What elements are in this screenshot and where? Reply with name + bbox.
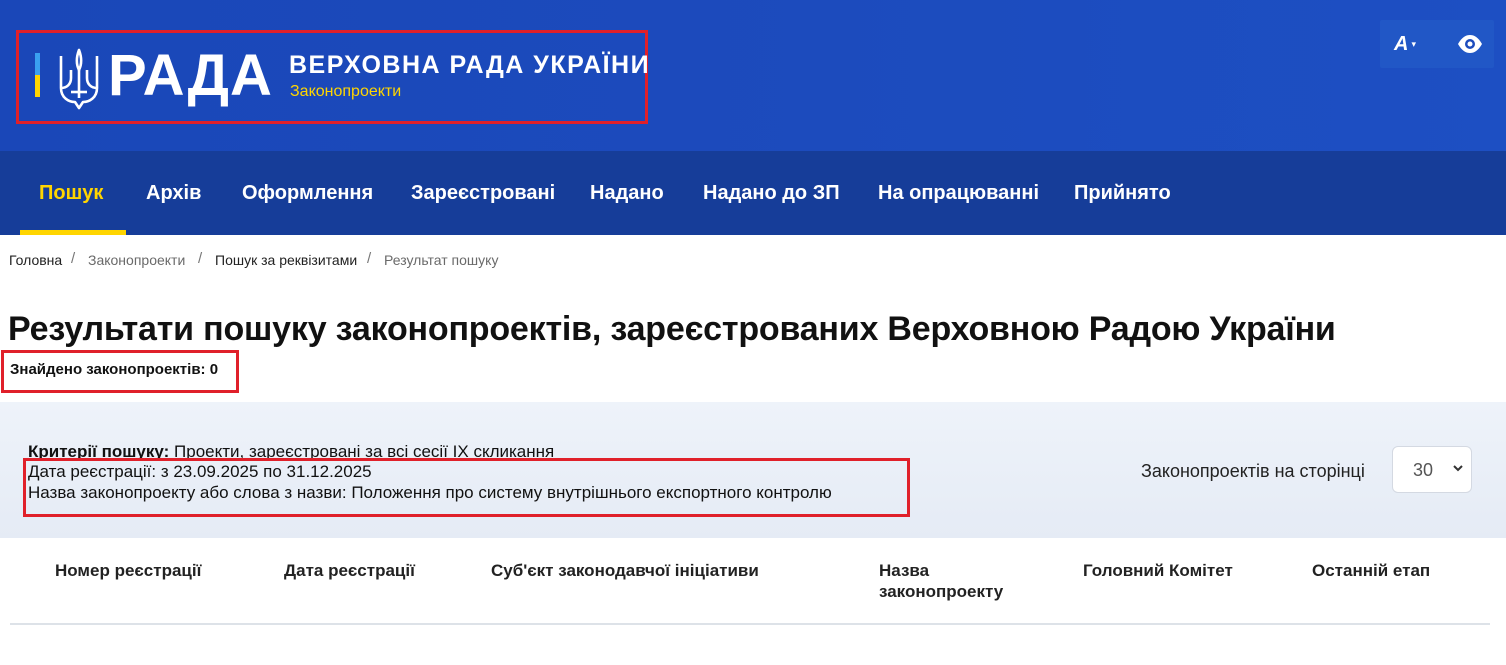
eye-icon[interactable] <box>1456 31 1484 57</box>
nav-item-in-progress[interactable]: На опрацюванні <box>878 151 1039 235</box>
per-page-value[interactable]: 30 <box>1413 459 1433 481</box>
breadcrumb-separator: / <box>367 250 372 267</box>
nav-item-registered[interactable]: Зареєстровані <box>411 151 555 235</box>
column-header-last-stage[interactable]: Останній етап <box>1312 560 1430 581</box>
flag-bar <box>35 53 40 97</box>
column-header-main-committee[interactable]: Головний Комітет <box>1083 560 1233 581</box>
per-page-label: Законопроектів на сторінці <box>1141 461 1365 481</box>
column-header-initiator[interactable]: Суб'єкт законодавчої ініціативи <box>491 560 759 581</box>
nav-active-indicator <box>20 230 126 235</box>
trident-icon <box>59 48 99 110</box>
nav-item-submitted[interactable]: Надано <box>590 151 664 235</box>
font-size-label: A <box>1394 33 1409 55</box>
breadcrumb-search[interactable]: Пошук за реквізитами <box>215 251 357 269</box>
logo-wordmark[interactable]: РАДА <box>108 44 273 108</box>
column-header-bill-name[interactable]: Назва законопроекту <box>879 560 1029 602</box>
results-count-label: Знайдено законопроектів: <box>10 361 206 378</box>
column-header-reg-number[interactable]: Номер реєстрації <box>55 560 201 581</box>
font-size-button[interactable]: A ▾ <box>1394 30 1434 58</box>
chevron-down-icon[interactable] <box>1452 462 1464 474</box>
nav-item-adopted[interactable]: Прийнято <box>1074 151 1171 235</box>
nav-item-formatting[interactable]: Оформлення <box>242 151 373 235</box>
nav-item-submitted-zp[interactable]: Надано до ЗП <box>703 151 840 235</box>
column-header-reg-date[interactable]: Дата реєстрації <box>284 560 415 581</box>
breadcrumb-current: Результат пошуку <box>384 252 499 268</box>
nav-item-search[interactable]: Пошук <box>39 151 103 235</box>
table-header-divider <box>10 623 1490 625</box>
breadcrumb-home[interactable]: Головна <box>9 251 62 269</box>
page-title: Результати пошуку законопроектів, зареєс… <box>8 310 1336 348</box>
breadcrumb-bills[interactable]: Законопроекти <box>88 251 185 269</box>
results-count: Знайдено законопроектів: 0 <box>10 360 218 380</box>
breadcrumb-separator: / <box>198 250 203 267</box>
breadcrumb-separator: / <box>71 250 76 267</box>
site-subtitle[interactable]: Законопроекти <box>290 82 401 102</box>
criteria-highlight-box <box>23 458 910 517</box>
chevron-down-icon: ▾ <box>1411 39 1416 49</box>
nav-item-archive[interactable]: Архів <box>146 151 201 235</box>
results-count-value: 0 <box>209 361 219 378</box>
site-title[interactable]: ВЕРХОВНА РАДА УКРАЇНИ <box>289 50 650 80</box>
